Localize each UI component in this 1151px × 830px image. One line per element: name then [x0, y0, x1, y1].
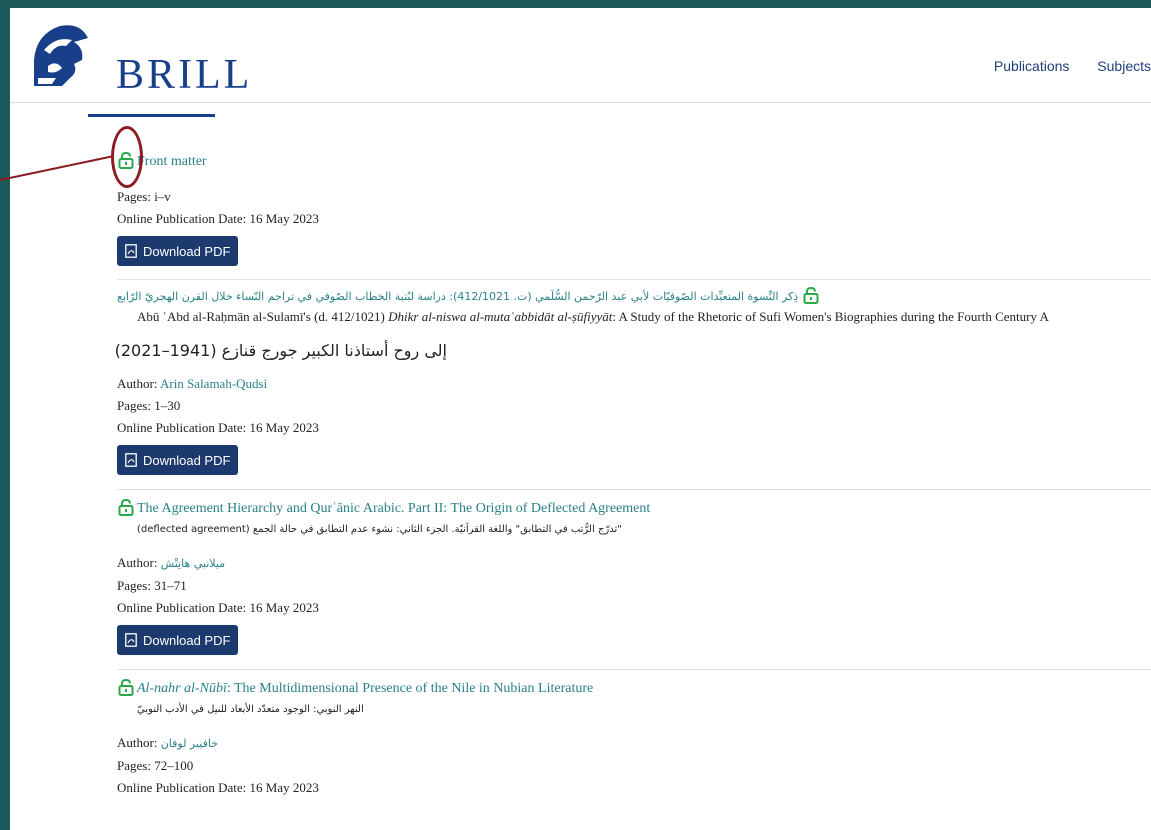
- download-pdf-label: Download PDF: [143, 632, 231, 648]
- top-nav: Publications Subjects: [970, 58, 1151, 74]
- entry-title-link[interactable]: The Agreement Hierarchy and Qurʾānic Ara…: [137, 501, 650, 516]
- pdf-icon: [125, 633, 137, 647]
- header-divider: [10, 102, 1151, 103]
- open-lock-icon: [118, 498, 134, 516]
- entry-date: Online Publication Date: 16 May 2023: [117, 211, 319, 226]
- entry-pages: Pages: 1–30: [117, 398, 181, 413]
- author-link[interactable]: Arin Salamah-Qudsi: [160, 376, 267, 391]
- nav-subjects[interactable]: Subjects: [1097, 58, 1151, 74]
- entry-subtitle: Abū ʿAbd al-Raḥmān al-Sulamī's (d. 412/1…: [117, 307, 1151, 327]
- entry-date: Online Publication Date: 16 May 2023: [117, 600, 319, 615]
- logo-wordmark: BRILL: [116, 52, 253, 98]
- subtitle-arabic: "تدرّج الرُّتب في التطابق" واللغة القرآن…: [137, 524, 622, 535]
- author-link[interactable]: ميلانبي هانِتْش: [161, 557, 225, 570]
- author-label: Author:: [117, 555, 161, 570]
- entry-date: Online Publication Date: 16 May 2023: [117, 420, 319, 435]
- open-lock-icon: [803, 286, 819, 304]
- pdf-icon: [125, 453, 137, 467]
- entry-divider: [117, 489, 1151, 490]
- download-pdf-button[interactable]: Download PDF: [117, 445, 239, 475]
- entry-dedication: إلى روح أستاذنا الكبير جورج قنازع (1941–…: [114, 341, 447, 360]
- entry-divider: [117, 279, 1151, 280]
- site-header: BRILL Publications Subjects: [10, 8, 1151, 104]
- entry-divider: [117, 669, 1151, 670]
- subtitle-rest: : A Study of the Rhetoric of Sufi Women'…: [612, 309, 1049, 324]
- author-label: Author:: [117, 735, 161, 750]
- annotation-circle: [111, 126, 143, 188]
- entry-title-row[interactable]: Front matter: [117, 151, 1151, 172]
- subtitle-italic: Dhikr al-niswa al-mutaʿabbidāt al-ṣūfiyy…: [388, 309, 613, 324]
- entry-pages: Pages: i–v: [117, 189, 171, 204]
- toc-entry: ذِكر النِّسوة المتعبِّدات الصّوفيّات لأب…: [114, 286, 1151, 490]
- entry-author: Author: ميلانبي هانِتْش: [117, 552, 1151, 575]
- entry-title-italic[interactable]: Al-nahr al-Nūbī: [137, 681, 227, 696]
- author-link[interactable]: خافيير لوفان: [161, 737, 218, 750]
- entry-title-row[interactable]: ذِكر النِّسوة المتعبِّدات الصّوفيّات لأب…: [117, 286, 819, 307]
- open-lock-icon: [118, 678, 134, 696]
- entry-title-link[interactable]: ذِكر النِّسوة المتعبِّدات الصّوفيّات لأب…: [117, 290, 798, 303]
- athena-logo-icon: [26, 20, 96, 90]
- entry-title-row[interactable]: The Agreement Hierarchy and Qurʾānic Ara…: [117, 498, 1151, 519]
- entry-pages: Pages: 31–71: [117, 578, 187, 593]
- toc-entry: Front matter Pages: i–v Online Publicati…: [117, 151, 1151, 280]
- subtitle-arabic: النهر النوبي: الوجود متعدّد الأبعاد للني…: [137, 704, 364, 715]
- entry-subtitle: النهر النوبي: الوجود متعدّد الأبعاد للني…: [117, 699, 437, 720]
- toc-list: Front matter Pages: i–v Online Publicati…: [114, 151, 1151, 799]
- entry-author: Author: Arin Salamah-Qudsi: [117, 373, 1151, 395]
- toc-entry: Al-nahr al-Nūbī: The Multidimensional Pr…: [117, 678, 1151, 799]
- entry-author: Author: خافيير لوفان: [117, 732, 1151, 755]
- download-pdf-label: Download PDF: [143, 243, 231, 259]
- toc-entry: The Agreement Hierarchy and Qurʾānic Ara…: [117, 498, 1151, 670]
- subtitle-text: Abū ʿAbd al-Raḥmān al-Sulamī's (d. 412/1…: [137, 309, 389, 324]
- entry-title-row[interactable]: Al-nahr al-Nūbī: The Multidimensional Pr…: [117, 678, 1151, 699]
- author-label: Author:: [117, 376, 160, 391]
- nav-publications[interactable]: Publications: [994, 58, 1070, 74]
- page-frame: BRILL Publications Subjects Front matter…: [10, 8, 1151, 830]
- download-pdf-button[interactable]: Download PDF: [117, 625, 239, 655]
- pdf-icon: [125, 244, 137, 258]
- entry-title-link[interactable]: Front matter: [137, 154, 207, 169]
- entry-pages: Pages: 72–100: [117, 758, 194, 773]
- entry-title-link[interactable]: : The Multidimensional Presence of the N…: [227, 681, 593, 696]
- download-pdf-label: Download PDF: [143, 452, 231, 468]
- header-accent-bar: [88, 114, 215, 117]
- entry-subtitle: "تدرّج الرُّتب في التطابق" واللغة القرآن…: [117, 519, 737, 540]
- entry-date: Online Publication Date: 16 May 2023: [117, 780, 319, 795]
- download-pdf-button[interactable]: Download PDF: [117, 236, 239, 266]
- brill-logo[interactable]: BRILL: [26, 20, 266, 100]
